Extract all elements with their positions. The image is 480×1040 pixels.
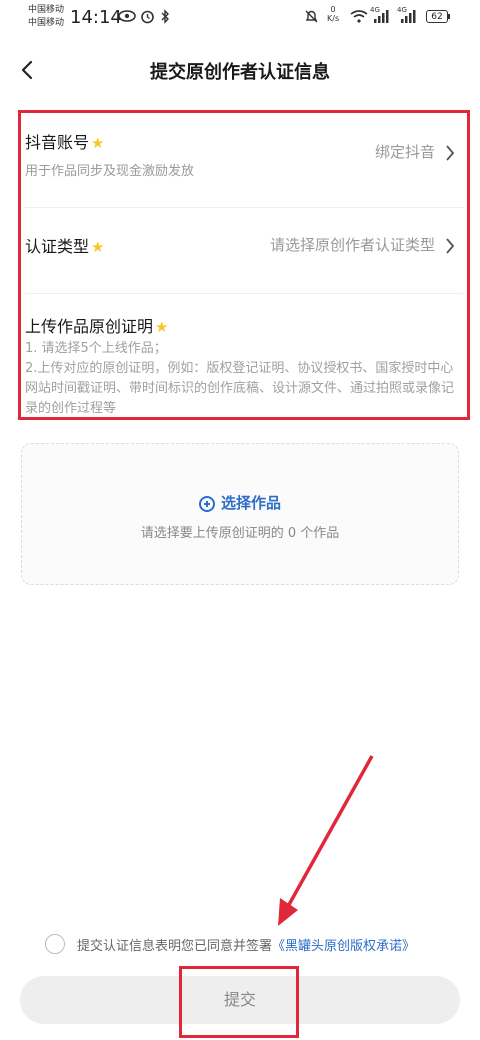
carrier-2: 中国移动 <box>28 18 65 28</box>
select-works-button[interactable]: 选择作品 <box>22 492 458 513</box>
douyin-account-desc: 用于作品同步及现金激励发放 <box>25 164 195 179</box>
status-bar: 中国移动 中国移动 14:14 0 K/s 4G 4G 62 <box>0 0 480 36</box>
mute-bell-icon <box>305 10 318 23</box>
select-works-label: 选择作品 <box>220 494 281 512</box>
submit-highlight-box <box>179 966 299 1038</box>
required-star-icon: ★ <box>91 134 105 152</box>
douyin-account-row[interactable]: 抖音账号 ★ 用于作品同步及现金激励发放 绑定抖音 <box>25 123 463 208</box>
battery-icon: 62 <box>426 10 448 23</box>
agreement-statement: 提交认证信息表明您已同意并签署 <box>77 939 273 954</box>
agreement-text: 提交认证信息表明您已同意并签署《黑罐头原创版权承诺》 <box>77 935 415 954</box>
annotation-arrow <box>278 755 374 926</box>
agreement-link[interactable]: 《黑罐头原创版权承诺》 <box>272 939 415 954</box>
upload-hint: 请选择要上传原创证明的 0 个作品 <box>140 526 340 541</box>
douyin-account-label: 抖音账号 ★ <box>25 129 104 153</box>
signal-2-icon <box>401 10 416 23</box>
page-title: 提交原创作者认证信息 <box>150 62 330 83</box>
proof-desc-line2: 2.上传对应的原创证明，例如：版权登记证明、协议授权书、国家授时中心网站时间戳证… <box>25 361 455 416</box>
upload-box[interactable]: 选择作品 请选择要上传原创证明的 0 个作品 <box>21 443 459 585</box>
cert-type-label-text: 认证类型 <box>25 237 90 256</box>
chevron-right-icon <box>446 145 455 161</box>
cert-type-label: 认证类型 ★ <box>25 233 104 257</box>
carrier-1: 中国移动 <box>28 5 65 15</box>
alarm-icon <box>141 10 154 24</box>
chevron-right-icon <box>446 238 455 254</box>
cert-type-row[interactable]: 认证类型 ★ 请选择原创作者认证类型 <box>25 209 463 294</box>
net-speed: 0 K/s <box>327 5 339 23</box>
proof-label: 上传作品原创证明 ★ <box>25 313 168 337</box>
net-speed-unit: K/s <box>327 14 340 23</box>
proof-desc: 1. 请选择5个上线作品； 2.上传对应的原创证明，例如：版权登记证明、协议授权… <box>25 339 463 417</box>
douyin-account-label-text: 抖音账号 <box>25 133 90 152</box>
proof-label-text: 上传作品原创证明 <box>25 317 154 336</box>
battery-tip <box>448 14 450 19</box>
form-section: 抖音账号 ★ 用于作品同步及现金激励发放 绑定抖音 认证类型 ★ 请选择原创作者认证… <box>18 110 470 420</box>
agreement-row: 提交认证信息表明您已同意并签署《黑罐头原创版权承诺》 <box>45 932 465 956</box>
plus-circle-icon <box>198 496 215 512</box>
bind-douyin-value[interactable]: 绑定抖音 <box>375 141 435 162</box>
clock: 14:14 <box>70 7 122 28</box>
proof-row: 上传作品原创证明 ★ 1. 请选择5个上线作品； 2.上传对应的原创证明，例如：版… <box>25 309 463 419</box>
signal-1-icon <box>374 10 389 23</box>
bluetooth-icon <box>161 9 169 24</box>
agree-checkbox[interactable] <box>45 934 65 954</box>
net-speed-value: 0 <box>330 5 336 14</box>
header: 提交原创作者认证信息 <box>0 48 480 92</box>
required-star-icon: ★ <box>91 238 105 256</box>
proof-desc-line1: 1. 请选择5个上线作品； <box>25 341 167 356</box>
wifi-icon <box>350 10 368 23</box>
required-star-icon: ★ <box>155 318 169 336</box>
cert-type-value[interactable]: 请选择原创作者认证类型 <box>270 234 435 255</box>
eye-icon <box>118 10 136 22</box>
